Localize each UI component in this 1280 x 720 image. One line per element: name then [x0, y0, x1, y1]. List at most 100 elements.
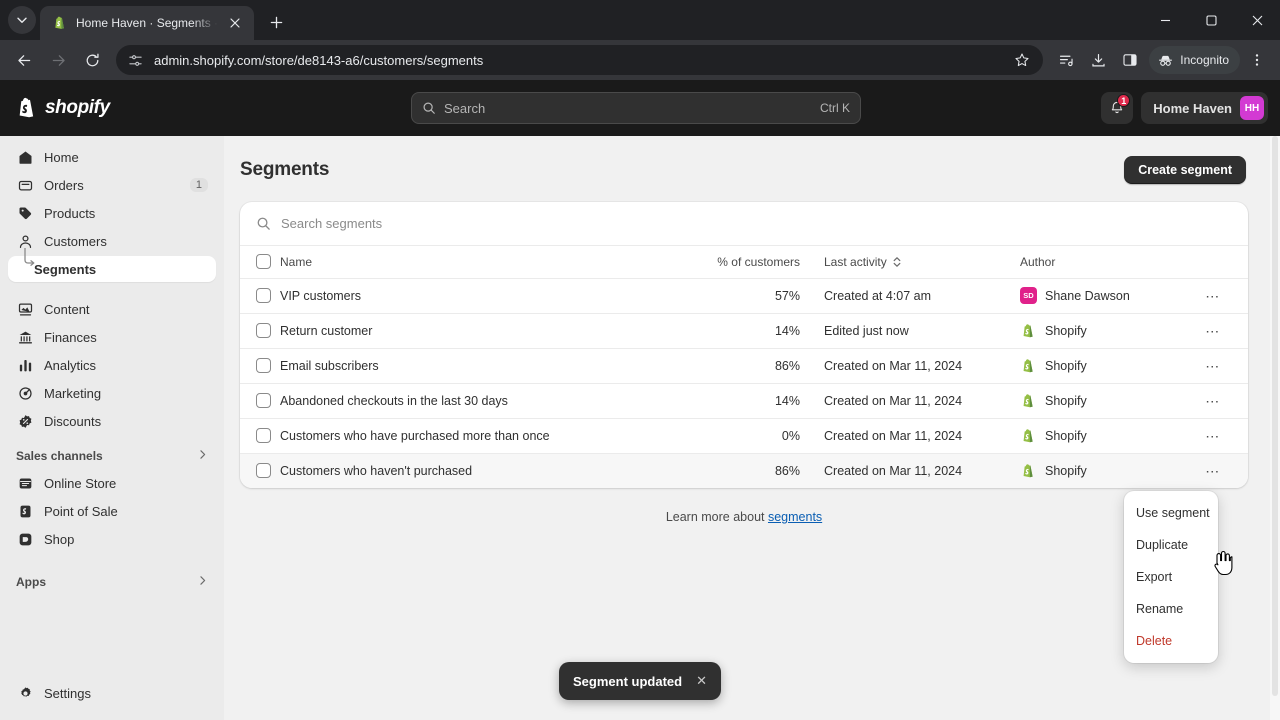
tab-strip: Home Haven · Segments · Shop — [0, 0, 1280, 40]
sidebar-item-analytics[interactable]: Analytics — [8, 352, 216, 378]
menu-item-use-segment[interactable]: Use segment — [1124, 497, 1218, 529]
sidebar-item-online-store[interactable]: Online Store — [8, 470, 216, 496]
sidebar-item-products[interactable]: Products — [8, 200, 216, 226]
segment-percent-cell: 14% — [774, 393, 800, 408]
menu-kebab-icon[interactable] — [1242, 45, 1272, 75]
sidebar-item-content[interactable]: Content — [8, 296, 216, 322]
row-actions-kebab-icon[interactable]: ⋯ — [1200, 390, 1226, 412]
shopify-bag-icon — [1020, 392, 1037, 409]
tab-search-button[interactable] — [8, 6, 36, 34]
column-header-last-activity[interactable]: Last activity — [808, 246, 1020, 278]
segment-author-cell: Shopify — [1020, 348, 1200, 383]
sort-chevrons-icon[interactable] — [892, 256, 902, 268]
sidebar-item-customers[interactable]: Customers — [8, 228, 216, 254]
segment-percent-cell: 14% — [774, 323, 800, 338]
author-name: Shopify — [1045, 358, 1087, 373]
select-all-checkbox[interactable] — [256, 254, 271, 270]
sidebar-item-point-of-sale[interactable]: Point of Sale — [8, 498, 216, 524]
row-checkbox[interactable] — [256, 393, 271, 408]
row-checkbox[interactable] — [256, 463, 271, 479]
learn-more-prefix: Learn more about — [665, 510, 768, 524]
shopify-logo[interactable]: shopify — [16, 96, 246, 120]
table-row[interactable]: Customers who have purchased more than o… — [240, 418, 1248, 453]
table-row[interactable]: Abandoned checkouts in the last 30 days 1… — [240, 383, 1248, 418]
page-header: Segments Create segment — [240, 156, 1248, 184]
column-header-percent[interactable]: % of customers — [688, 246, 808, 278]
close-icon[interactable]: ✕ — [696, 673, 707, 689]
segment-name-cell[interactable]: Email subscribers — [280, 348, 688, 383]
sidebar-item-label: Marketing — [44, 385, 102, 401]
global-search-input[interactable]: Search Ctrl K — [411, 92, 861, 124]
row-select-cell — [240, 418, 280, 453]
table-row[interactable]: VIP customers 57% Created at 4:07 am SD Shan… — [240, 278, 1248, 313]
close-icon[interactable] — [1234, 0, 1280, 40]
sidebar-item-orders[interactable]: Orders 1 — [8, 172, 216, 198]
row-actions-menu: Use segment Duplicate Export Rename Delete — [1124, 491, 1218, 663]
chevron-right-icon[interactable] — [197, 573, 208, 591]
admin-body: Home Orders 1 Products Customers Segment… — [0, 136, 1280, 720]
sidebar-section-apps[interactable]: Apps — [8, 568, 216, 596]
url-text: admin.shopify.com/store/de8143-a6/custom… — [154, 52, 484, 68]
column-header-author[interactable]: Author — [1020, 246, 1200, 278]
row-checkbox[interactable] — [256, 358, 271, 373]
account-button[interactable]: Home Haven HH — [1141, 92, 1268, 124]
create-segment-button[interactable]: Create segment — [1124, 156, 1246, 184]
sidebar-item-finances[interactable]: Finances — [8, 324, 216, 350]
incognito-indicator[interactable]: Incognito — [1149, 46, 1240, 74]
search-icon — [422, 101, 436, 115]
segment-activity-cell: Created on Mar 11, 2024 — [824, 463, 963, 478]
segments-help-link[interactable]: segments — [768, 510, 822, 524]
row-select-cell — [240, 313, 280, 348]
reading-list-icon[interactable] — [1051, 45, 1081, 75]
menu-item-delete[interactable]: Delete — [1124, 625, 1218, 657]
sidebar-item-shop[interactable]: Shop — [8, 526, 216, 552]
sidebar-section-sales-channels[interactable]: Sales channels — [8, 442, 216, 470]
sidebar-item-segments[interactable]: Segments — [8, 248, 216, 282]
side-panel-icon[interactable] — [1115, 45, 1145, 75]
segment-name-cell[interactable]: VIP customers — [280, 278, 688, 313]
reload-icon[interactable] — [76, 44, 108, 76]
table-row[interactable]: Customers who haven't purchased 86% Create… — [240, 453, 1248, 488]
search-icon — [256, 216, 271, 231]
new-tab-button[interactable] — [262, 8, 290, 36]
row-actions-kebab-icon[interactable]: ⋯ — [1200, 285, 1226, 307]
minimize-icon[interactable] — [1142, 0, 1188, 40]
segment-name-cell[interactable]: Return customer — [280, 313, 688, 348]
chevron-right-icon[interactable] — [197, 447, 208, 465]
row-checkbox[interactable] — [256, 288, 271, 303]
sidebar-item-home[interactable]: Home — [8, 144, 216, 170]
column-header-name[interactable]: Name — [280, 246, 688, 278]
menu-item-rename[interactable]: Rename — [1124, 593, 1218, 625]
menu-item-duplicate[interactable]: Duplicate — [1124, 529, 1218, 561]
segments-search-input[interactable]: Search segments — [240, 202, 1248, 246]
table-row[interactable]: Return customer 14% Edited just now Shopify… — [240, 313, 1248, 348]
bookmark-star-icon[interactable] — [1007, 45, 1037, 75]
sidebar-item-discounts[interactable]: Discounts — [8, 408, 216, 434]
segment-name-cell[interactable]: Abandoned checkouts in the last 30 days — [280, 383, 688, 418]
row-checkbox[interactable] — [256, 428, 271, 443]
row-actions-kebab-icon[interactable]: ⋯ — [1200, 425, 1226, 447]
scrollbar-thumb[interactable] — [1272, 136, 1278, 696]
row-checkbox[interactable] — [256, 323, 271, 338]
row-actions-kebab-icon[interactable]: ⋯ — [1200, 355, 1226, 377]
close-icon[interactable] — [226, 14, 244, 32]
table-row[interactable]: Email subscribers 86% Created on Mar 11, 2… — [240, 348, 1248, 383]
segment-name-cell[interactable]: Customers who have purchased more than o… — [280, 418, 688, 453]
maximize-icon[interactable] — [1188, 0, 1234, 40]
page-scrollbar[interactable] — [1270, 136, 1280, 720]
sidebar-item-marketing[interactable]: Marketing — [8, 380, 216, 406]
table-header-row: Name % of customers Last activity Author — [240, 246, 1248, 278]
notifications-button[interactable]: 1 — [1101, 92, 1134, 124]
browser-tab[interactable]: Home Haven · Segments · Shop — [40, 6, 254, 40]
segment-author-cell: Shopify — [1020, 313, 1200, 348]
menu-item-export[interactable]: Export — [1124, 561, 1218, 593]
row-actions-kebab-icon[interactable]: ⋯ — [1200, 320, 1226, 342]
tune-icon[interactable] — [126, 51, 144, 69]
sidebar-item-settings[interactable]: Settings — [8, 680, 216, 706]
segment-name-cell[interactable]: Customers who haven't purchased — [280, 453, 688, 488]
address-bar[interactable]: admin.shopify.com/store/de8143-a6/custom… — [116, 45, 1044, 75]
row-actions-kebab-icon[interactable]: ⋯ — [1200, 460, 1226, 482]
back-arrow-icon[interactable] — [8, 44, 40, 76]
download-icon[interactable] — [1083, 45, 1113, 75]
sidebar-item-label: Finances — [44, 329, 97, 345]
